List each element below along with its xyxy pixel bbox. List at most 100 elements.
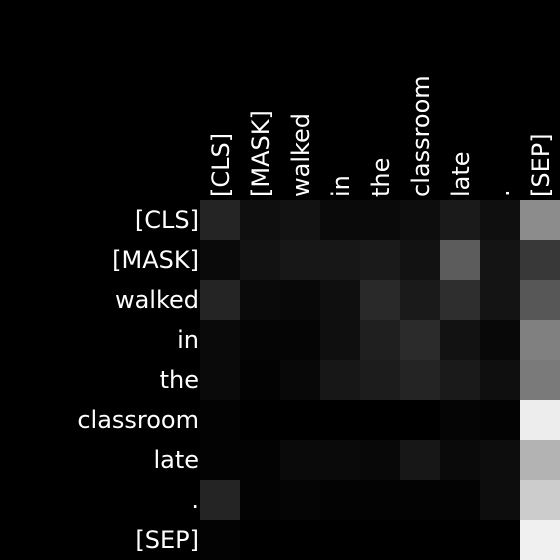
- heatmap-cell: [280, 520, 320, 560]
- heatmap-cell: [240, 280, 280, 320]
- heatmap-cell: [280, 400, 320, 440]
- heatmap-cell: [520, 480, 560, 520]
- heatmap-cell: [200, 360, 240, 400]
- y-tick-label: the: [160, 366, 199, 394]
- x-tick-label: [CLS]: [207, 133, 235, 197]
- heatmap-cells: [200, 200, 560, 560]
- heatmap-cell: [480, 360, 520, 400]
- heatmap-cell: [240, 440, 280, 480]
- y-tick-label: classroom: [77, 406, 199, 434]
- heatmap-cell: [360, 320, 400, 360]
- heatmap-cell: [400, 200, 440, 240]
- heatmap-cell: [440, 480, 480, 520]
- heatmap-cell: [200, 280, 240, 320]
- heatmap-cell: [200, 520, 240, 560]
- heatmap-cell: [280, 440, 320, 480]
- heatmap-cell: [480, 480, 520, 520]
- attention-heatmap: [CLS] [MASK] walked in the classroom late. [SEP…: [77, 75, 560, 560]
- x-tick-label: .: [487, 189, 515, 197]
- heatmap-cell: [520, 240, 560, 280]
- heatmap-cell: [520, 520, 560, 560]
- heatmap-cell: [240, 200, 280, 240]
- y-tick-label: walked: [115, 286, 199, 314]
- x-tick-label: walked: [287, 113, 315, 197]
- heatmap-cell: [320, 520, 360, 560]
- y-tick-label: [SEP]: [135, 526, 199, 554]
- heatmap-cell: [400, 320, 440, 360]
- heatmap-cell: [200, 440, 240, 480]
- x-tick-label: the: [367, 158, 395, 197]
- heatmap-cell: [520, 200, 560, 240]
- x-tick-labels: [CLS] [MASK] walked in the classroom late. [SEP…: [207, 75, 555, 197]
- heatmap-cell: [440, 440, 480, 480]
- heatmap-cell: [240, 520, 280, 560]
- heatmap-cell: [400, 240, 440, 280]
- heatmap-cell: [240, 240, 280, 280]
- heatmap-cell: [320, 360, 360, 400]
- y-tick-label: .: [191, 486, 199, 514]
- heatmap-cell: [280, 280, 320, 320]
- x-tick-label: [SEP]: [527, 133, 555, 197]
- heatmap-cell: [280, 360, 320, 400]
- heatmap-cell: [400, 520, 440, 560]
- heatmap-cell: [360, 520, 400, 560]
- heatmap-cell: [480, 240, 520, 280]
- heatmap-cell: [320, 240, 360, 280]
- y-tick-label: in: [177, 326, 199, 354]
- heatmap-cell: [480, 280, 520, 320]
- heatmap-cell: [280, 480, 320, 520]
- heatmap-cell: [520, 280, 560, 320]
- attention-heatmap-figure: [CLS] [MASK] walked in the classroom late. [SEP…: [0, 0, 560, 560]
- heatmap-cell: [200, 480, 240, 520]
- heatmap-cell: [320, 320, 360, 360]
- heatmap-cell: [240, 480, 280, 520]
- x-tick-label: [MASK]: [247, 110, 275, 197]
- heatmap-cell: [480, 520, 520, 560]
- y-tick-labels: [CLS] [MASK] walked in the classroom late. [SEP…: [77, 206, 199, 554]
- y-tick-label: [MASK]: [112, 246, 199, 274]
- heatmap-cell: [440, 320, 480, 360]
- heatmap-cell: [480, 440, 520, 480]
- heatmap-cell: [440, 400, 480, 440]
- heatmap-cell: [440, 240, 480, 280]
- heatmap-cell: [480, 400, 520, 440]
- heatmap-cell: [480, 200, 520, 240]
- heatmap-cell: [360, 240, 400, 280]
- heatmap-cell: [520, 360, 560, 400]
- heatmap-cell: [280, 200, 320, 240]
- heatmap-cell: [440, 360, 480, 400]
- x-tick-label: classroom: [407, 75, 435, 197]
- heatmap-cell: [320, 440, 360, 480]
- heatmap-cell: [320, 200, 360, 240]
- heatmap-cell: [360, 360, 400, 400]
- heatmap-cell: [400, 400, 440, 440]
- heatmap-cell: [320, 280, 360, 320]
- heatmap-cell: [520, 440, 560, 480]
- heatmap-cell: [440, 520, 480, 560]
- heatmap-cell: [440, 200, 480, 240]
- heatmap-cell: [280, 320, 320, 360]
- y-tick-label: late: [153, 446, 199, 474]
- y-tick-label: [CLS]: [135, 206, 199, 234]
- heatmap-cell: [200, 240, 240, 280]
- heatmap-cell: [360, 440, 400, 480]
- heatmap-cell: [240, 400, 280, 440]
- heatmap-cell: [200, 400, 240, 440]
- heatmap-cell: [520, 400, 560, 440]
- heatmap-cell: [360, 480, 400, 520]
- heatmap-cell: [240, 360, 280, 400]
- heatmap-cell: [400, 280, 440, 320]
- heatmap-cell: [320, 480, 360, 520]
- heatmap-cell: [360, 400, 400, 440]
- heatmap-cell: [440, 280, 480, 320]
- x-tick-label: in: [327, 175, 355, 197]
- heatmap-cell: [320, 400, 360, 440]
- heatmap-cell: [360, 280, 400, 320]
- heatmap-cell: [280, 240, 320, 280]
- heatmap-cell: [400, 440, 440, 480]
- heatmap-cell: [480, 320, 520, 360]
- heatmap-cell: [400, 360, 440, 400]
- x-tick-label: late: [447, 151, 475, 197]
- heatmap-cell: [360, 200, 400, 240]
- heatmap-cell: [240, 320, 280, 360]
